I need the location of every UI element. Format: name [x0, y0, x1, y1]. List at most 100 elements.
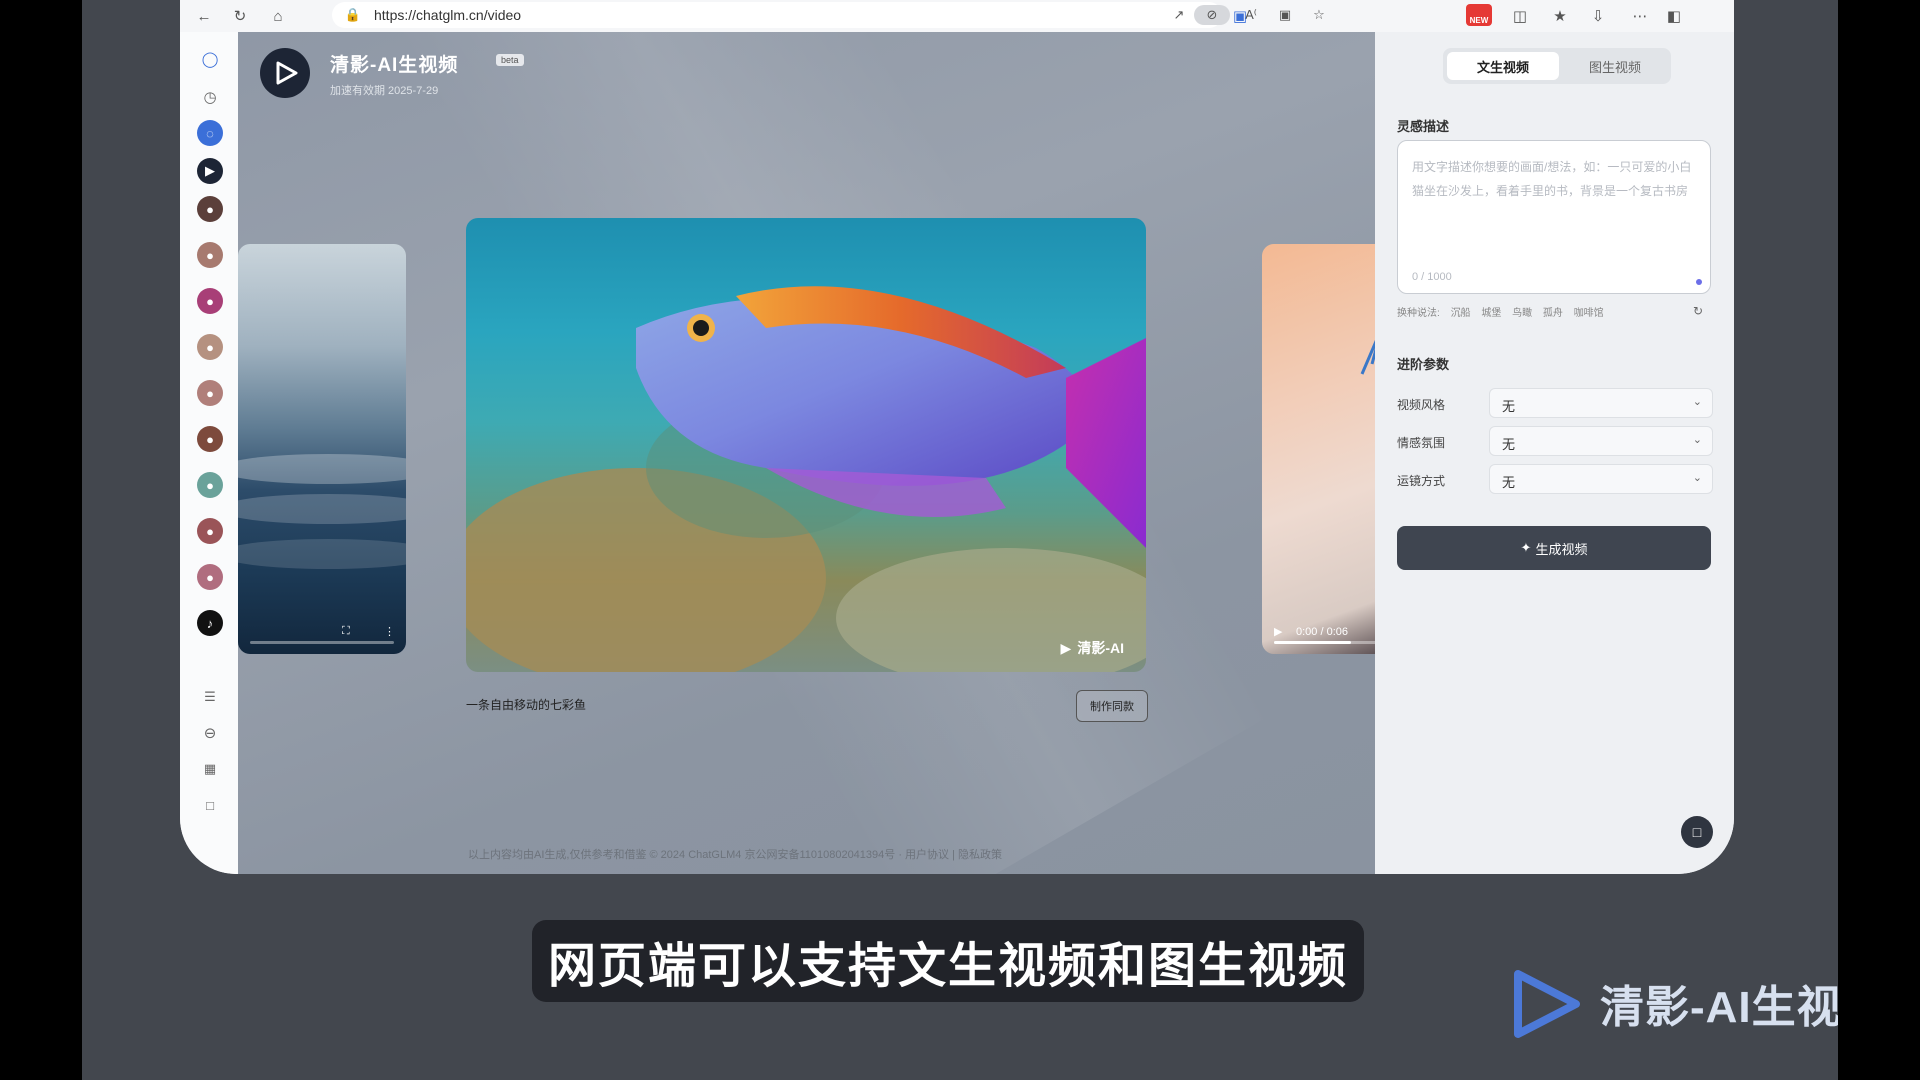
url-text[interactable]: https://chatglm.cn/video [374, 7, 521, 23]
qingying-watermark: ▶ 清影-AI [1061, 638, 1124, 658]
mode-tabs: 文生视频 图生视频 [1443, 48, 1671, 84]
agent-avatar-1[interactable]: ● [197, 196, 223, 222]
video-card-featured[interactable]: ▶ 清影-AI [466, 218, 1146, 672]
history-icon[interactable]: ◷ [197, 84, 223, 110]
page-footer: 以上内容均由AI生成,仅供参考和借鉴 © 2024 ChatGLM4 京公网安备… [468, 849, 1003, 861]
suggestion-item[interactable]: 沉船 [1451, 308, 1471, 319]
agent-avatar-3[interactable]: ● [197, 288, 223, 314]
generate-video-button[interactable]: ✦ 生成视频 [1397, 526, 1711, 570]
screenshot-crop-icon[interactable]: ▣ [1228, 4, 1252, 28]
brand-play-icon [1514, 970, 1580, 1038]
download-icon[interactable]: ⇩ [1586, 4, 1610, 28]
agent-avatar-2[interactable]: ● [197, 242, 223, 268]
agent-avatar-6[interactable]: ● [197, 426, 223, 452]
external-link-icon[interactable]: ↗ [1168, 5, 1190, 25]
select-value: 无 [1502, 475, 1516, 490]
chevron-down-icon: ⌄ [1692, 396, 1702, 408]
prompt-status-dot [1696, 279, 1702, 285]
video-card-right[interactable]: ▶ 0:00 / 0:06 [1262, 244, 1375, 654]
sidebar-toggle-icon[interactable]: ◧ [1662, 4, 1686, 28]
list-icon[interactable]: ☰ [197, 684, 223, 710]
wave-crest [238, 539, 406, 569]
chatglm-logo-icon[interactable]: ◯ [197, 46, 223, 72]
favorites-icon[interactable]: ★ [1548, 4, 1572, 28]
chat-agent-icon[interactable]: ◌ [197, 120, 223, 146]
favorite-star-icon[interactable]: ☆ [1308, 5, 1330, 25]
sparkle-icon: ✦ [1520, 540, 1532, 555]
suggestion-item[interactable]: 鸟瞰 [1512, 308, 1532, 319]
video-time: 0:00 / 0:06 [1296, 626, 1348, 638]
agent-avatar-7[interactable]: ● [197, 472, 223, 498]
more-menu-icon[interactable]: ⋯ [1628, 4, 1652, 28]
home-icon[interactable]: ⌂ [266, 4, 290, 28]
agent-avatar-8[interactable]: ● [197, 518, 223, 544]
back-icon[interactable]: ← [192, 4, 216, 28]
reload-icon[interactable]: ↻ [228, 4, 252, 28]
chevron-down-icon: ⌄ [1692, 472, 1702, 484]
browser-window: ← ↻ ⌂ 🔒 https://chatglm.cn/video ↗ ⊘ A⁽ … [180, 0, 1734, 874]
select-emotion-mood[interactable]: 无 ⌄ [1489, 426, 1713, 456]
video-progress-fill [1274, 641, 1351, 644]
suggestion-label: 换种说法: [1397, 308, 1440, 319]
tab-text-to-video[interactable]: 文生视频 [1447, 52, 1559, 80]
chevron-down-icon: ⌄ [1692, 434, 1702, 446]
apps-grid-icon[interactable]: ▦ [197, 756, 223, 782]
agent-avatar-4[interactable]: ● [197, 334, 223, 360]
beta-badge: beta [496, 54, 524, 66]
fullscreen-icon[interactable]: ⛶ [342, 625, 350, 638]
app-title: 清影-AI生视频 [330, 55, 459, 76]
brand-text: 清影-AI生视频 [1600, 983, 1838, 1032]
video-stage: ← ↻ ⌂ 🔒 https://chatglm.cn/video ↗ ⊘ A⁽ … [82, 0, 1838, 1080]
video-agent-icon[interactable]: ▶ [197, 158, 223, 184]
suggestion-item[interactable]: 孤舟 [1543, 308, 1563, 319]
browser-toolbar: ← ↻ ⌂ 🔒 https://chatglm.cn/video ↗ ⊘ A⁽ … [180, 0, 1734, 32]
video-more-icon[interactable]: ⋮ [384, 625, 395, 638]
tab-image-to-video[interactable]: 图生视频 [1559, 52, 1671, 80]
coral-scene [1360, 339, 1375, 375]
wave-crest [238, 494, 406, 524]
watermark-text: 清影-AI [1077, 640, 1124, 656]
minus-circle-icon[interactable]: ⊖ [197, 720, 223, 746]
param-label-mood: 情感氛围 [1397, 436, 1446, 450]
tiktok-icon[interactable]: ♪ [197, 610, 223, 636]
chat-bubbles-icon[interactable]: □ [197, 792, 223, 818]
fish-scene [466, 286, 1146, 672]
address-bar[interactable]: 🔒 https://chatglm.cn/video ↗ ⊘ A⁽ ▣ ☆ [332, 2, 1325, 28]
lock-icon: 🔒 [344, 7, 362, 22]
video-progress-right[interactable] [1274, 641, 1375, 644]
param-label-camera: 运镜方式 [1397, 474, 1446, 488]
select-value: 无 [1502, 437, 1516, 452]
qingying-logo-icon [260, 48, 310, 98]
agent-avatar-5[interactable]: ● [197, 380, 223, 406]
video-card-left[interactable]: ⛶ ⋮ [238, 244, 406, 654]
select-value: 无 [1502, 399, 1516, 414]
split-screen-icon[interactable]: ◫ [1508, 4, 1532, 28]
app-subtitle: 加速有效期 2025-7-29 [330, 85, 439, 97]
play-logo-icon: ▶ [1060, 639, 1072, 656]
advanced-params-title: 进阶参数 [1397, 357, 1450, 372]
make-same-button[interactable]: 制作同款 [1076, 690, 1148, 722]
new-extension-badge[interactable]: NEW [1466, 4, 1492, 26]
video-subtitle: 网页端可以支持文生视频和图生视频 [532, 920, 1364, 1002]
eye-slash-icon[interactable]: ⊘ [1194, 5, 1230, 25]
picture-in-picture-icon[interactable]: ▣ [1274, 5, 1296, 25]
select-video-style[interactable]: 无 ⌄ [1489, 388, 1713, 418]
prompt-section-title: 灵感描述 [1397, 119, 1450, 134]
prompt-suggestions: 换种说法: 沉船 城堡 鸟瞰 孤舟 咖啡馆 ↻ [1397, 304, 1711, 320]
feedback-icon[interactable]: □ [1681, 816, 1713, 848]
brand-watermark: 清影-AI生视频 [1502, 966, 1838, 1040]
select-camera-motion[interactable]: 无 ⌄ [1489, 464, 1713, 494]
generate-label: 生成视频 [1535, 541, 1588, 557]
suggestion-item[interactable]: 咖啡馆 [1574, 308, 1604, 319]
prompt-input[interactable]: 用文字描述你想要的画面/想法，如：一只可爱的小白猫坐在沙发上，看着手里的书，背景… [1397, 140, 1711, 294]
video-caption: 一条自由移动的七彩鱼 [466, 698, 587, 712]
refresh-suggestions-icon[interactable]: ↻ [1693, 304, 1703, 318]
play-icon[interactable]: ▶ [1274, 625, 1282, 638]
suggestion-item[interactable]: 城堡 [1481, 308, 1501, 319]
video-progress-left[interactable] [250, 641, 394, 644]
agent-avatar-9[interactable]: ● [197, 564, 223, 590]
generation-panel: 文生视频 图生视频 灵感描述 用文字描述你想要的画面/想法，如：一只可爱的小白猫… [1375, 32, 1734, 874]
param-label-style: 视频风格 [1397, 398, 1446, 412]
prompt-char-count: 0 / 1000 [1412, 271, 1452, 283]
wave-crest [238, 454, 406, 484]
